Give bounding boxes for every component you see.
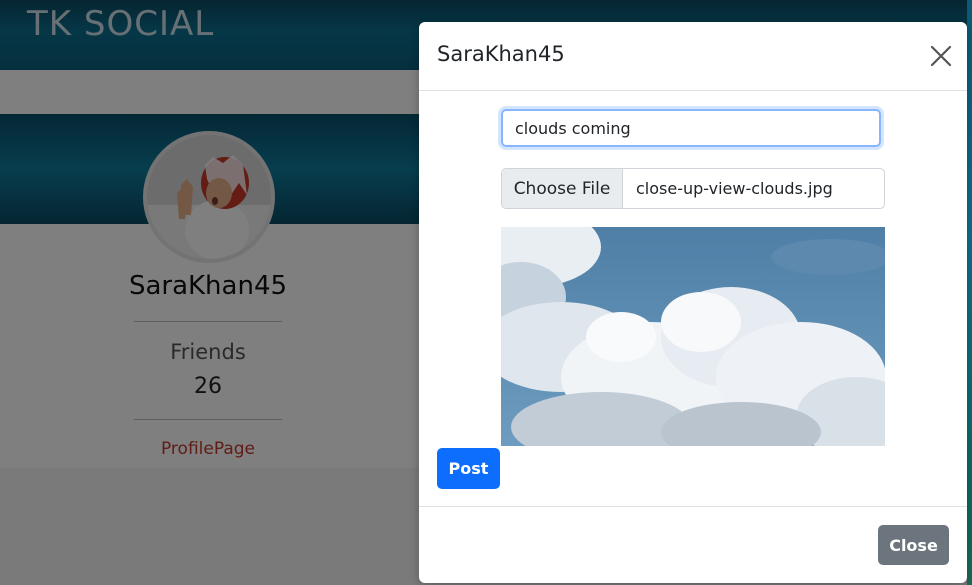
post-button[interactable]: Post (437, 448, 500, 489)
choose-file-button[interactable]: Choose File (502, 169, 623, 208)
clouds-photo-icon (501, 227, 885, 446)
modal-title: SaraKhan45 (437, 42, 565, 66)
post-text-input[interactable] (501, 109, 881, 147)
modal-footer-divider (419, 506, 967, 507)
close-icon[interactable] (929, 44, 953, 68)
file-upload-input[interactable]: Choose File close-up-view-clouds.jpg (501, 168, 885, 209)
close-button[interactable]: Close (878, 525, 949, 565)
post-modal: SaraKhan45 Choose File close-up-view-clo… (419, 22, 967, 583)
page-edge-strip (967, 0, 972, 585)
modal-header: SaraKhan45 (419, 22, 967, 91)
image-preview (501, 227, 885, 446)
selected-file-name: close-up-view-clouds.jpg (636, 179, 833, 198)
